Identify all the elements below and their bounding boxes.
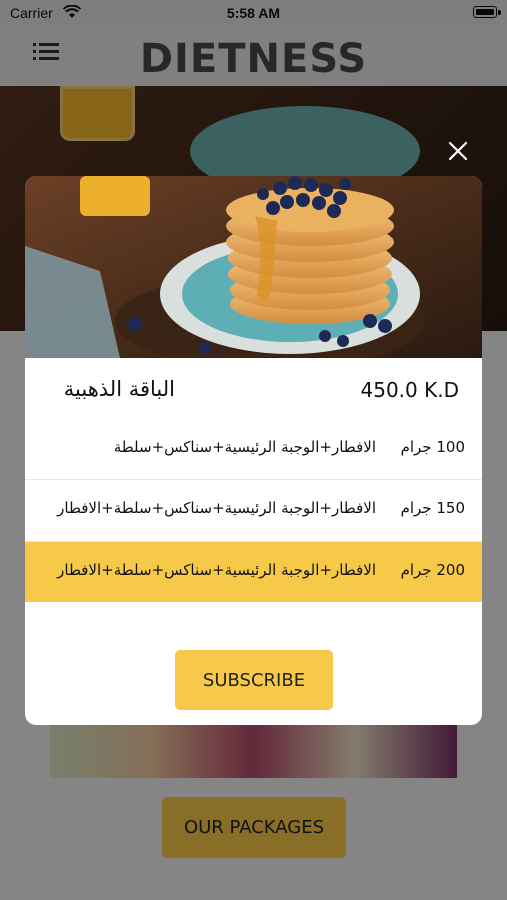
close-icon[interactable] [446,139,470,163]
option-grams: 100 جرام [400,438,465,456]
option-row-selected[interactable]: 200 جرام الافطار+الوجبة الرئيسية+سناكس+س… [25,542,482,602]
option-grams: 200 جرام [400,561,465,579]
option-row[interactable]: 100 جرام الافطار+الوجبة الرئيسية+سناكس+س… [25,419,482,479]
option-description: الافطار+الوجبة الرئيسية+سناكس+سلطة+الافط… [57,499,376,517]
subscribe-button[interactable]: SUBSCRIBE [175,650,333,710]
package-name: الباقة الذهبية [63,377,175,401]
package-modal: الباقة الذهبية 450.0 K.D 100 جرام الافطا… [25,176,482,725]
option-description: الافطار+الوجبة الرئيسية+سناكس+سلطة [113,438,376,456]
pancakes-image [25,176,482,358]
option-description: الافطار+الوجبة الرئيسية+سناكس+سلطة+الافط… [57,561,376,579]
package-price: 450.0 K.D [360,378,460,402]
option-row[interactable]: 150 جرام الافطار+الوجبة الرئيسية+سناكس+س… [25,480,482,540]
option-grams: 150 جرام [400,499,465,517]
